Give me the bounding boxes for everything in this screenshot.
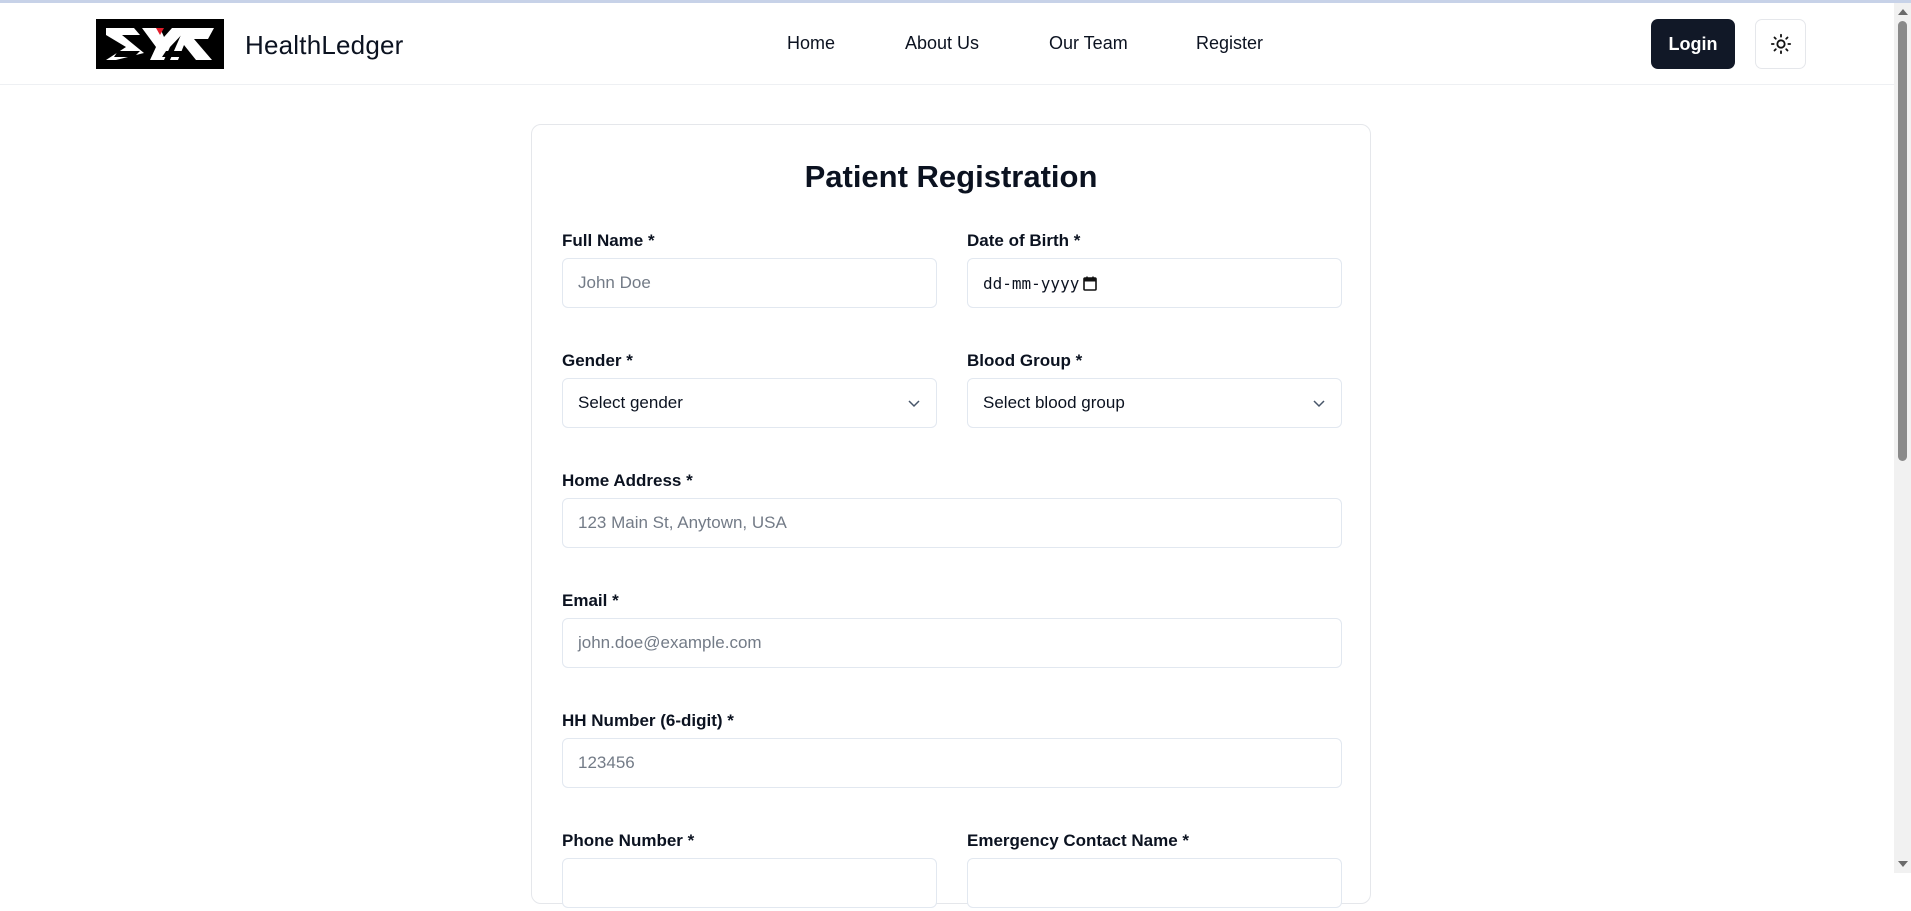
email-input[interactable]: john.doe@example.com: [562, 618, 1342, 668]
emergency-name-label: Emergency Contact Name *: [967, 831, 1190, 850]
dob-field: Date of Birth * dd-mm-yyyy: [967, 231, 1342, 311]
nav-home-link[interactable]: Home: [787, 33, 835, 54]
emergency-name-field: Emergency Contact Name *: [967, 831, 1342, 911]
emergency-name-input[interactable]: [967, 858, 1342, 908]
calendar-icon[interactable]: [1083, 276, 1098, 291]
scroll-down-arrow-icon[interactable]: [1898, 861, 1908, 867]
nav-register-link[interactable]: Register: [1196, 33, 1263, 54]
gender-selected-value: Select gender: [578, 393, 683, 412]
theme-toggle-button[interactable]: [1755, 19, 1806, 69]
full-name-label: Full Name *: [562, 231, 655, 250]
phone-field: Phone Number *: [562, 831, 937, 911]
nav-about-link[interactable]: About Us: [905, 33, 979, 54]
site-header: HealthLedger Home About Us Our Team Regi…: [0, 3, 1894, 85]
nav-team-link[interactable]: Our Team: [1049, 33, 1128, 54]
blood-group-selected-value: Select blood group: [983, 393, 1125, 412]
chevron-down-icon: [908, 400, 920, 408]
login-button[interactable]: Login: [1651, 19, 1735, 69]
scroll-up-arrow-icon[interactable]: [1898, 9, 1908, 15]
home-address-label: Home Address *: [562, 471, 693, 490]
hh-number-label: HH Number (6-digit) *: [562, 711, 734, 730]
full-name-input[interactable]: John Doe: [562, 258, 937, 308]
hh-number-input[interactable]: 123456: [562, 738, 1342, 788]
email-label: Email *: [562, 591, 619, 610]
scrollbar-thumb[interactable]: [1898, 21, 1907, 461]
dob-input[interactable]: dd-mm-yyyy: [967, 258, 1342, 308]
gender-field: Gender * Select gender: [562, 351, 937, 431]
registration-card: Patient Registration Full Name * John Do…: [531, 124, 1371, 908]
dob-label: Date of Birth *: [967, 231, 1081, 250]
chevron-down-icon: [1313, 400, 1325, 408]
full-name-field: Full Name * John Doe: [562, 231, 937, 311]
hh-number-field: HH Number (6-digit) * 123456: [562, 711, 1342, 791]
page-title: Patient Registration: [804, 159, 1098, 194]
blood-group-select[interactable]: Select blood group: [967, 378, 1342, 428]
sun-icon: [1770, 33, 1791, 55]
phone-input[interactable]: [562, 858, 937, 908]
email-field: Email * john.doe@example.com: [562, 591, 1342, 671]
blood-group-field: Blood Group * Select blood group: [967, 351, 1342, 431]
gender-select[interactable]: Select gender: [562, 378, 937, 428]
home-address-input[interactable]: 123 Main St, Anytown, USA: [562, 498, 1342, 548]
blood-group-label: Blood Group *: [967, 351, 1083, 370]
dob-value: dd-mm-yyyy: [983, 273, 1080, 293]
home-address-field: Home Address * 123 Main St, Anytown, USA: [562, 471, 1342, 551]
gender-label: Gender *: [562, 351, 633, 370]
page-scrollbar[interactable]: [1894, 3, 1911, 873]
phone-label: Phone Number *: [562, 831, 695, 850]
main-nav: Home About Us Our Team Register: [0, 33, 1894, 63]
